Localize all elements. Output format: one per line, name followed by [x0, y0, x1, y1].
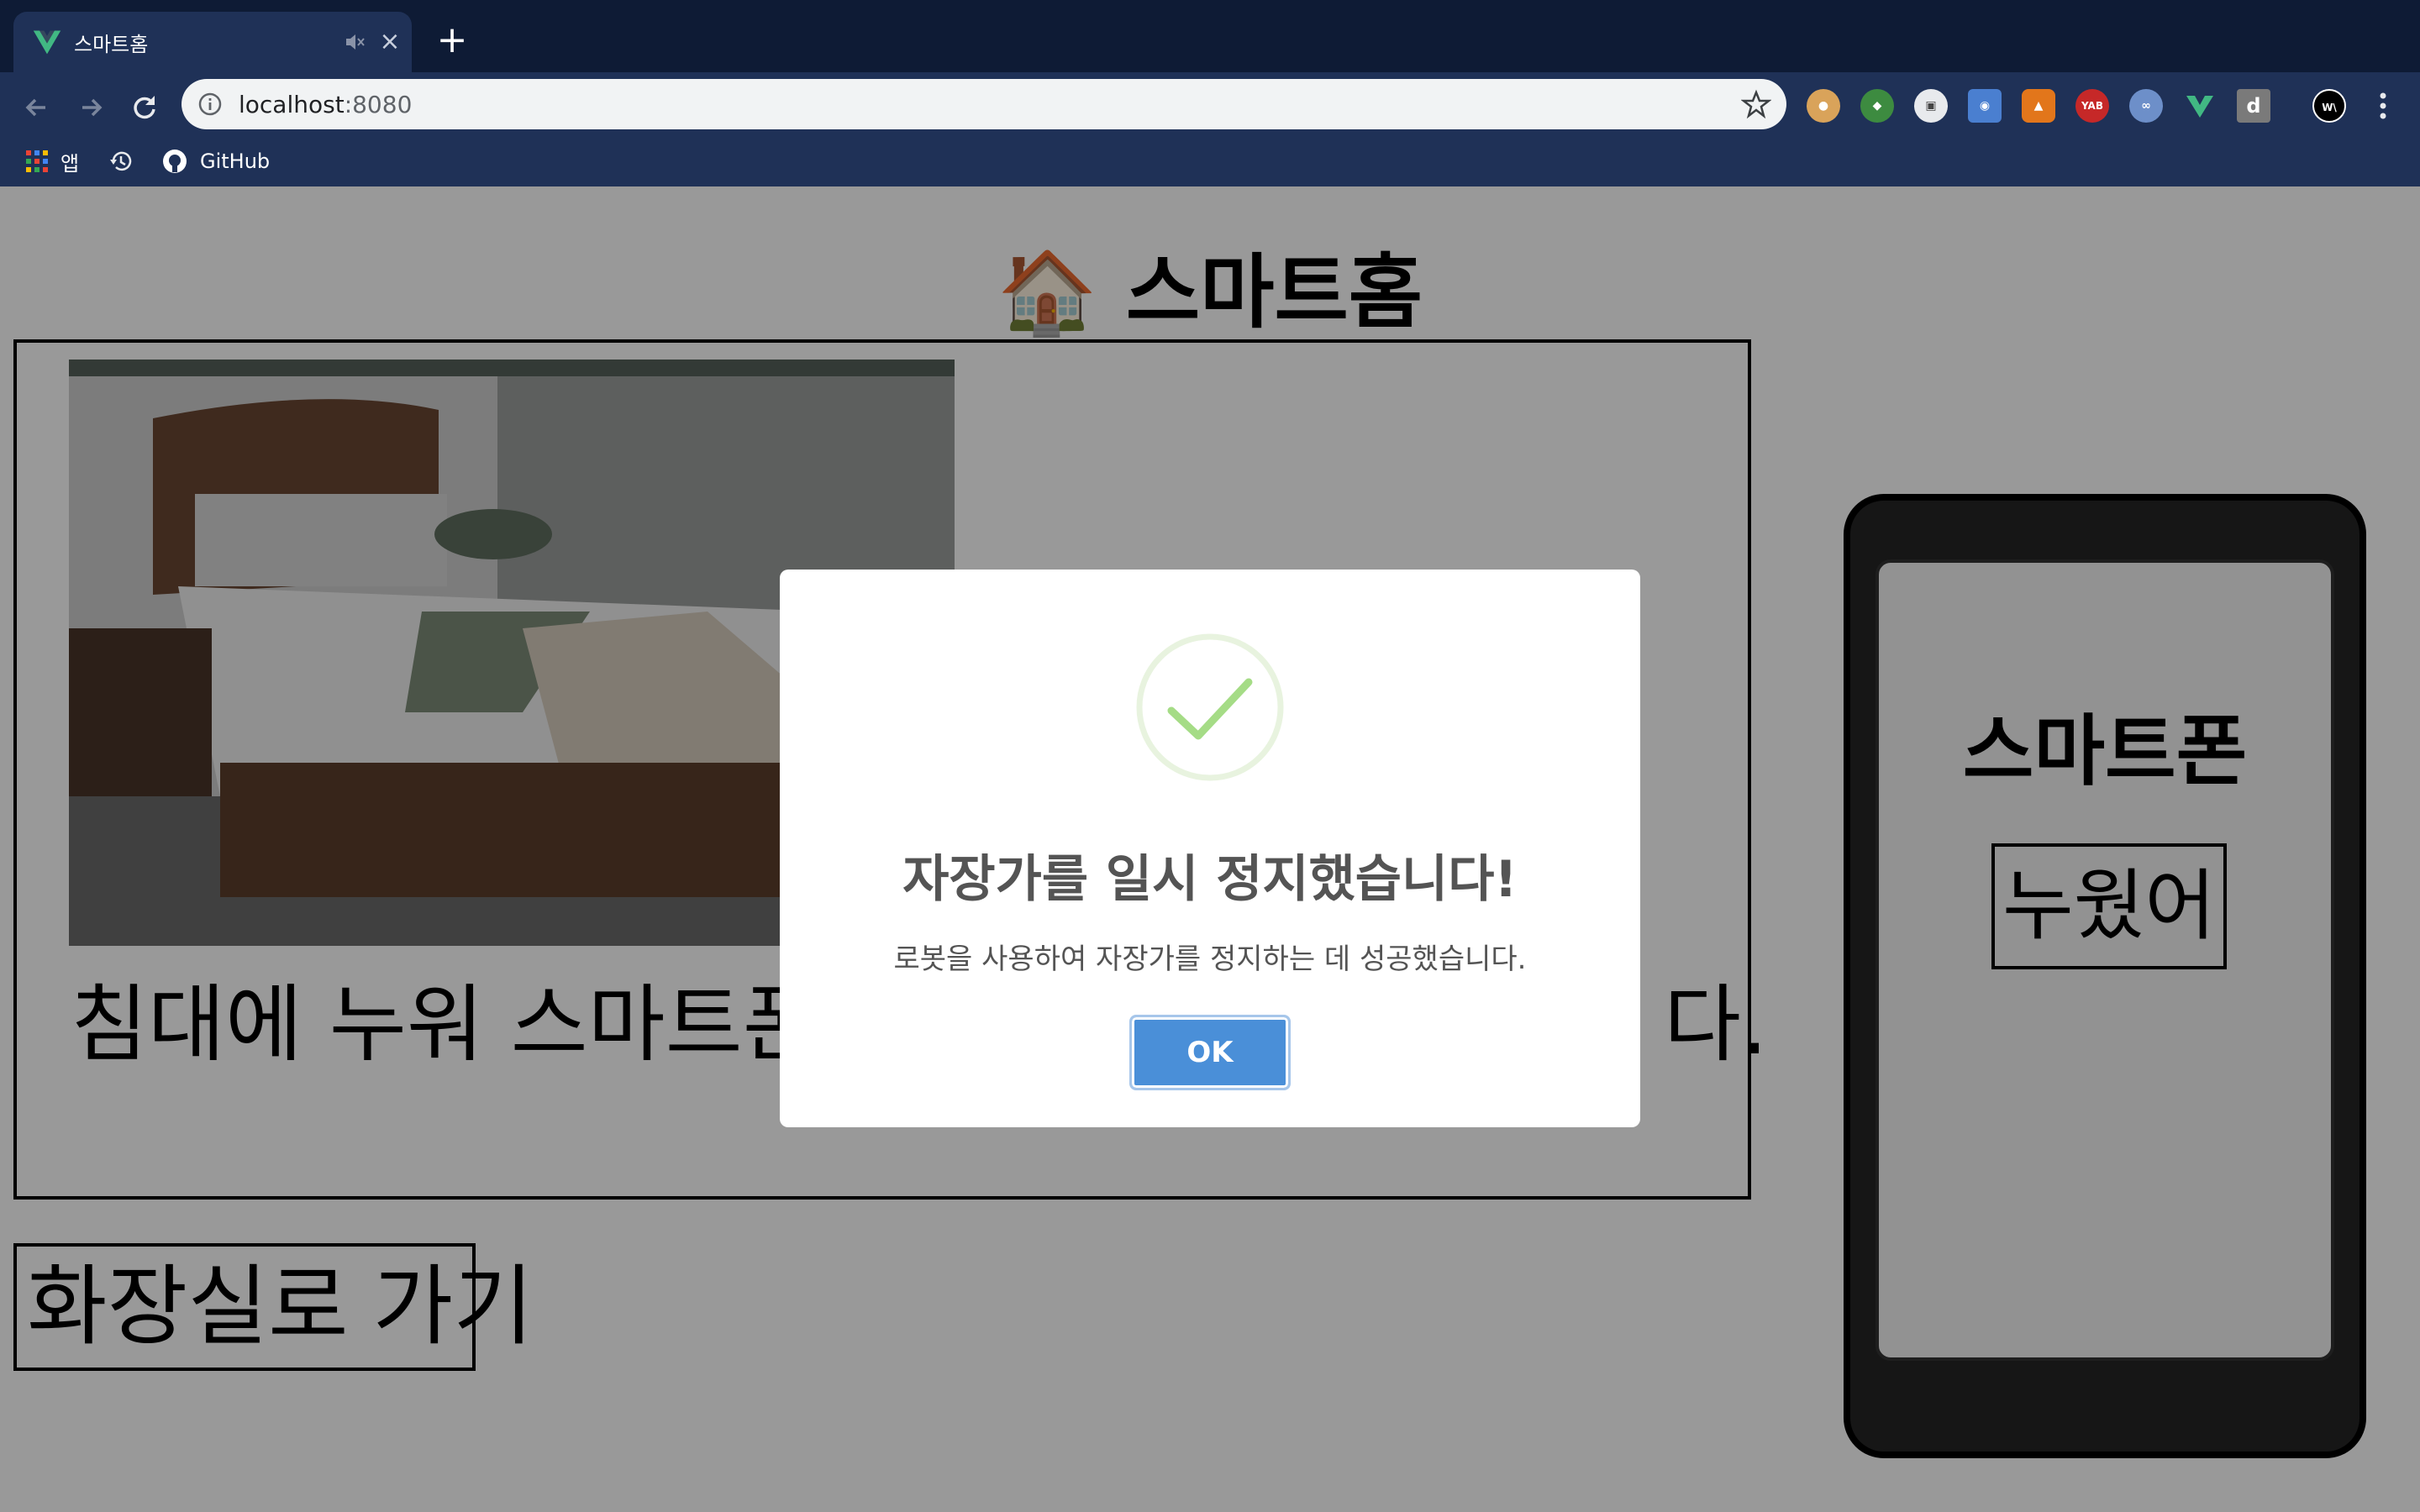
yab-icon[interactable]: YAB — [2075, 89, 2109, 123]
glasses-icon[interactable]: ∞ — [2129, 89, 2163, 123]
dialog-title: 자장가를 일시 정지했습니다! — [902, 850, 1518, 909]
browser-tab[interactable]: 스마트홈 × — [13, 12, 412, 72]
extension-icon[interactable]: ◆ — [1860, 89, 1894, 123]
close-icon[interactable]: × — [376, 29, 403, 55]
bookmark-history[interactable] — [108, 144, 134, 178]
muted-speaker-icon[interactable] — [343, 30, 366, 54]
forward-arrow-icon[interactable] — [71, 87, 111, 128]
bookmark-label: GitHub — [200, 150, 271, 173]
reload-icon[interactable] — [124, 87, 165, 128]
more-menu-icon[interactable] — [2373, 86, 2393, 126]
url-host: localhost — [239, 91, 345, 118]
info-icon[interactable] — [197, 91, 224, 118]
vue-logo-icon — [33, 30, 61, 55]
success-dialog: 자장가를 일시 정지했습니다! 로봇을 사용하여 자장가를 정지하는 데 성공했… — [780, 570, 1640, 1127]
success-check-icon — [1136, 633, 1284, 781]
tab-title: 스마트홈 — [74, 33, 149, 56]
bookmark-apps[interactable]: 앱 — [25, 144, 79, 178]
d-icon[interactable]: d — [2237, 89, 2270, 123]
profile-avatar-icon[interactable]: W\ — [2312, 89, 2346, 123]
apps-grid-icon — [26, 150, 48, 172]
camera-icon[interactable]: ◉ — [1968, 89, 2002, 123]
url-port: :8080 — [344, 91, 413, 118]
bookmark-label: 앱 — [60, 151, 80, 176]
browser-toolbar: localhost:8080 ● ◆ ▣ ◉ ▲ YAB ∞ d W\ 앱 Gi… — [0, 72, 2420, 186]
url-text: localhost:8080 — [239, 91, 412, 118]
cookie-icon[interactable]: ● — [1807, 89, 1840, 123]
dialog-message: 로봇을 사용하여 자장가를 정지하는 데 성공했습니다. — [893, 942, 1527, 976]
metamask-fox-icon[interactable]: ▲ — [2022, 89, 2055, 123]
browser-tabstrip: 스마트홈 × + — [0, 0, 2420, 72]
history-icon — [110, 151, 132, 171]
vue-devtools-icon[interactable] — [2183, 89, 2217, 123]
star-icon[interactable] — [1741, 89, 1771, 119]
plus-icon[interactable]: + — [435, 22, 469, 59]
bookmarks-bar: 앱 GitHub — [0, 136, 2420, 186]
extension-icon[interactable]: ▣ — [1914, 89, 1948, 123]
github-icon — [163, 150, 187, 173]
back-arrow-icon[interactable] — [17, 87, 57, 128]
address-bar[interactable]: localhost:8080 — [182, 79, 1786, 129]
bookmark-github[interactable]: GitHub — [161, 144, 270, 178]
ok-button[interactable]: OK — [1129, 1015, 1291, 1090]
